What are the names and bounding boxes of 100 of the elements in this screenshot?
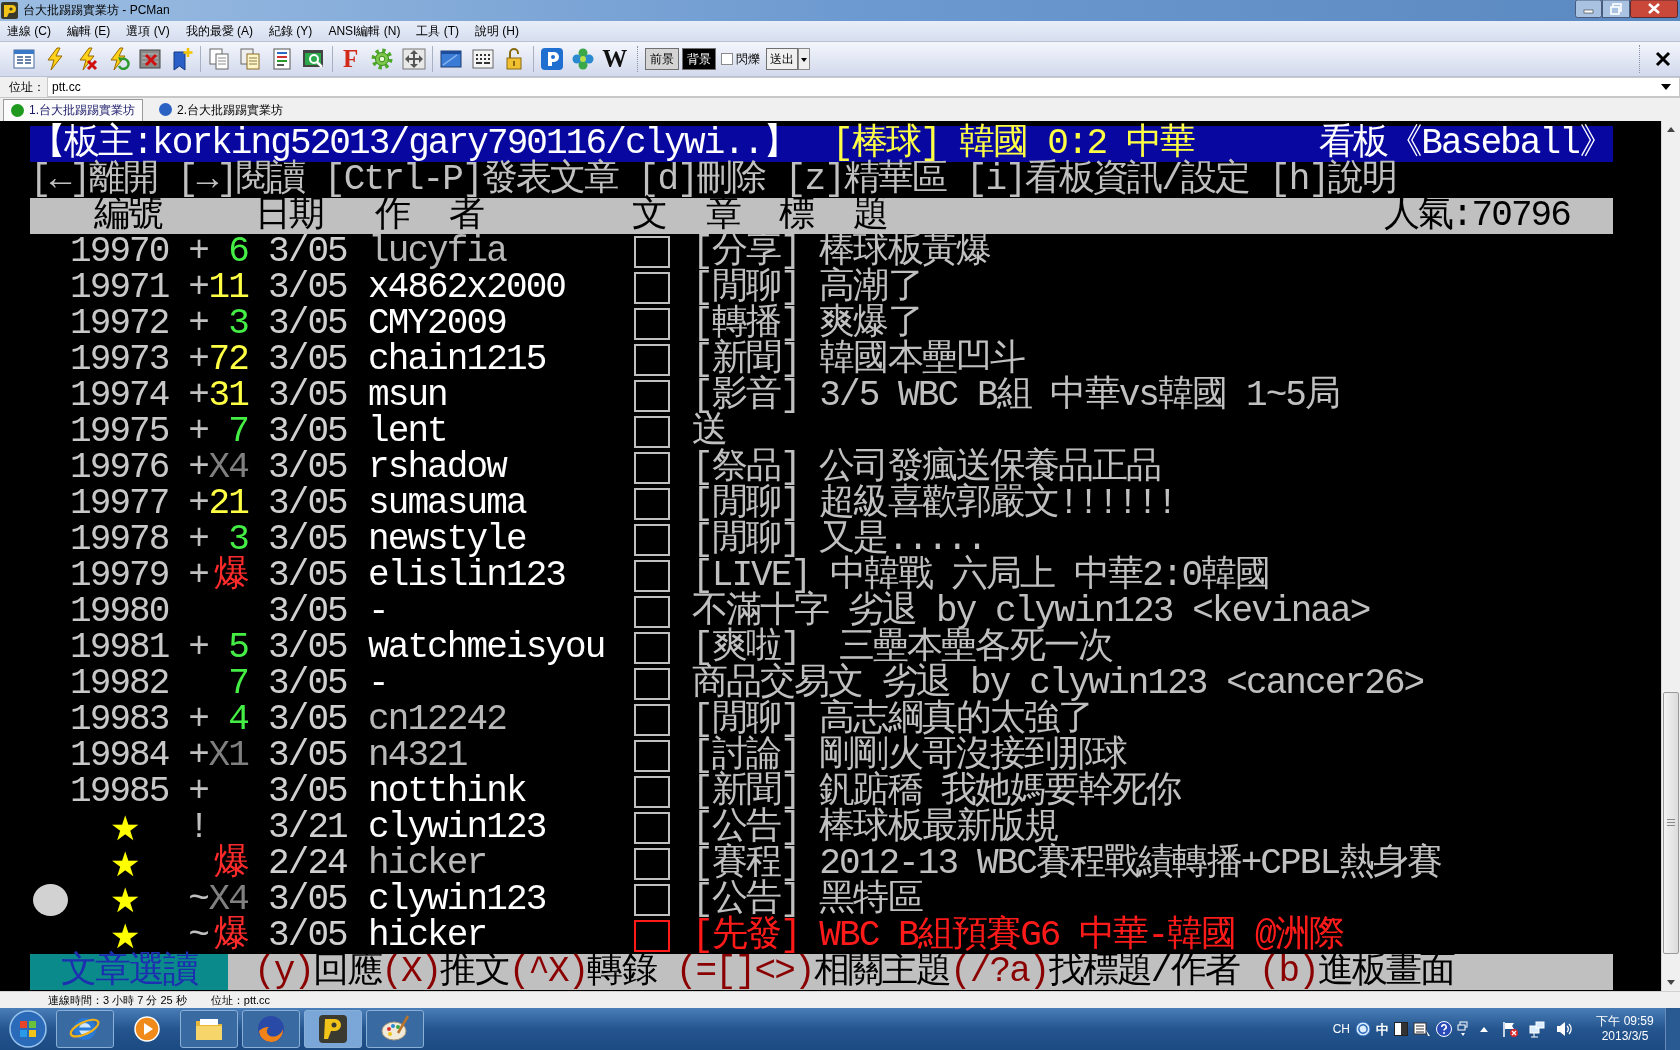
post-author: clywin123 xyxy=(368,809,546,846)
post-number: 19982 xyxy=(70,665,169,702)
checkbox[interactable] xyxy=(720,52,733,65)
post-number: 19974 xyxy=(70,377,169,414)
help-icon[interactable] xyxy=(1436,1021,1452,1038)
read-mark: + xyxy=(188,521,208,558)
ime-mode[interactable]: 中 xyxy=(1376,1021,1389,1037)
caret-down-icon[interactable] xyxy=(1661,83,1671,90)
copy-icon[interactable] xyxy=(206,46,231,71)
status-address: 位址：ptt.cc xyxy=(210,993,271,1007)
tab[interactable]: 1.台大批踢踢實業坊 xyxy=(3,98,143,121)
read-mark: ~ xyxy=(188,917,208,954)
network-icon[interactable] xyxy=(1528,1020,1546,1039)
menu-item[interactable]: 編輯 (E) xyxy=(62,22,116,39)
close-icon[interactable] xyxy=(1630,0,1678,18)
taskbar-button[interactable] xyxy=(242,1010,300,1049)
menu-item[interactable]: 說明 (H) xyxy=(470,22,525,39)
input-language[interactable]: CH xyxy=(1332,1022,1350,1037)
speaker-icon[interactable] xyxy=(1555,1020,1573,1039)
post-number: 19970 xyxy=(70,233,169,270)
menu-item[interactable]: 我的最愛 (A) xyxy=(180,22,259,39)
post-author: hicker xyxy=(368,845,487,882)
address-field[interactable]: ptt.cc xyxy=(47,76,1680,97)
key-hint: (y) xyxy=(254,953,314,990)
caret-down-icon[interactable] xyxy=(797,47,810,70)
post-date: 3/05 xyxy=(268,485,347,522)
screen-cross-icon[interactable] xyxy=(137,46,162,71)
menu-item[interactable]: 選項 (V) xyxy=(121,22,175,39)
taskbar-button[interactable] xyxy=(56,1010,114,1049)
popularity-count: 人氣:70796 xyxy=(1383,197,1570,234)
send-button[interactable]: 送出 xyxy=(765,47,798,70)
post-number: 19971 xyxy=(70,269,169,306)
menu-item[interactable]: 連線 (C) xyxy=(2,22,56,39)
post-number: 19977 xyxy=(70,485,169,522)
scrollbar-thumb[interactable] xyxy=(1663,691,1679,954)
post-date: 3/05 xyxy=(268,305,347,342)
restore-icon[interactable] xyxy=(1602,0,1630,18)
logo-icon[interactable] xyxy=(539,46,564,71)
list-window-icon[interactable] xyxy=(1413,1021,1431,1038)
post-author: rshadow xyxy=(368,449,506,486)
minimize-icon[interactable] xyxy=(1575,0,1602,18)
pinned-symbol: ★ xyxy=(110,845,141,882)
start-orb-icon[interactable] xyxy=(9,1010,47,1049)
post-date: 3/05 xyxy=(268,557,347,594)
flower-icon[interactable] xyxy=(571,46,596,71)
key-hint: (/?a) xyxy=(950,953,1049,990)
post-number: 19981 xyxy=(70,629,169,666)
ring-icon[interactable] xyxy=(1355,1021,1371,1038)
post-date: 3/05 xyxy=(268,521,347,558)
read-mark: + xyxy=(188,233,208,270)
post-date: 3/05 xyxy=(268,665,347,702)
read-mark: + xyxy=(188,737,208,774)
post-author: lent xyxy=(368,413,447,450)
logo-icon xyxy=(317,1013,349,1046)
color-button[interactable]: 背景 xyxy=(681,47,716,70)
post-date: 3/05 xyxy=(268,593,347,630)
post-date: 3/05 xyxy=(268,701,347,738)
gear-icon[interactable] xyxy=(370,46,395,71)
key-hint-label: 推文 xyxy=(440,953,509,990)
post-date: 3/21 xyxy=(268,809,347,846)
scrollbar[interactable] xyxy=(1661,120,1680,992)
flag-icon[interactable] xyxy=(1501,1020,1519,1039)
column-header: 日期 xyxy=(255,197,324,234)
pinned-symbol: ★ xyxy=(110,809,141,846)
post-number: 19983 xyxy=(70,701,169,738)
color-button[interactable]: 前景 xyxy=(644,47,679,70)
taskbar-button[interactable] xyxy=(366,1010,424,1049)
menu-item[interactable]: 工具 (T) xyxy=(411,22,465,39)
read-mark: ! xyxy=(188,809,208,846)
push-count: X4 xyxy=(208,449,248,486)
half-square-icon[interactable] xyxy=(1394,1022,1408,1037)
toolbar-button[interactable]: W xyxy=(600,45,630,72)
post-author: notthink xyxy=(368,773,526,810)
push-count: 3 xyxy=(228,305,248,342)
toolbar-button[interactable]: F xyxy=(341,45,361,72)
move-arrows-icon[interactable] xyxy=(401,46,426,71)
key-hint: (X) xyxy=(381,953,441,990)
post-date: 3/05 xyxy=(268,413,347,450)
post-author: chain1215 xyxy=(368,341,546,378)
clock-date[interactable]: 2013/3/5 xyxy=(1601,1029,1649,1045)
post-date: 3/05 xyxy=(268,737,347,774)
window-grid-icon[interactable] xyxy=(11,46,36,71)
column-header: 作 者 xyxy=(375,197,483,234)
post-date: 3/05 xyxy=(268,233,347,270)
post-date: 2/24 xyxy=(268,845,347,882)
post-number: 19976 xyxy=(70,449,169,486)
taskbar-button[interactable] xyxy=(180,1010,238,1049)
post-author: x4862x2000 xyxy=(368,269,566,306)
post-date: 3/05 xyxy=(268,773,347,810)
push-count: 爆 xyxy=(213,557,248,594)
clock-time[interactable]: 下午 09:59 xyxy=(1596,1014,1654,1030)
key-hint: (b) xyxy=(1258,953,1318,990)
window-title: 台大批踢踢實業坊 - PCMan xyxy=(23,3,170,18)
menu-item[interactable]: 紀錄 (Y) xyxy=(264,22,318,39)
small-windows-icon[interactable] xyxy=(1457,1021,1469,1038)
taskbar-button[interactable] xyxy=(304,1010,362,1049)
close-icon[interactable] xyxy=(1655,50,1671,67)
keypad-panel-icon[interactable] xyxy=(470,46,495,71)
menu-item[interactable]: ANSI編輯 (N) xyxy=(323,22,406,39)
push-count: 7 xyxy=(228,413,248,450)
